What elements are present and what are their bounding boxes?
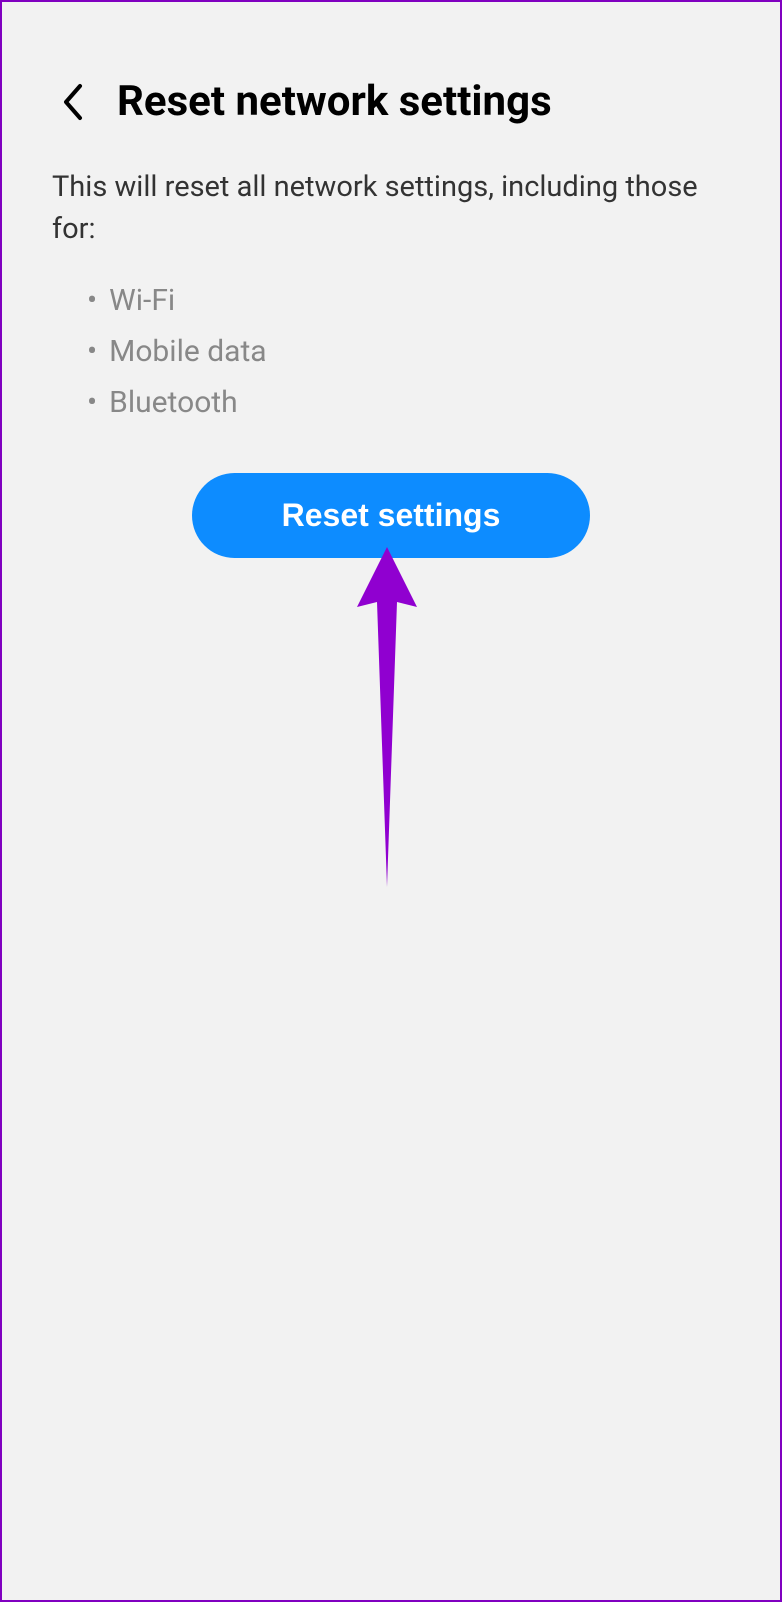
list-item: • Wi-Fi bbox=[87, 275, 730, 326]
annotation-arrow-icon bbox=[347, 547, 427, 887]
header: Reset network settings bbox=[2, 2, 780, 166]
bullet-icon: • bbox=[87, 377, 97, 428]
list-item: • Mobile data bbox=[87, 326, 730, 377]
back-icon[interactable] bbox=[52, 82, 92, 122]
chevron-left-icon bbox=[60, 82, 84, 122]
button-container: Reset settings bbox=[52, 473, 730, 558]
description-text: This will reset all network settings, in… bbox=[52, 166, 730, 250]
bullet-icon: • bbox=[87, 275, 97, 326]
list-item-label: Bluetooth bbox=[109, 377, 238, 428]
list-item: • Bluetooth bbox=[87, 377, 730, 428]
page-title: Reset network settings bbox=[117, 77, 552, 126]
list-item-label: Mobile data bbox=[109, 326, 266, 377]
bullet-icon: • bbox=[87, 326, 97, 377]
reset-settings-button[interactable]: Reset settings bbox=[192, 473, 591, 558]
reset-items-list: • Wi-Fi • Mobile data • Bluetooth bbox=[52, 275, 730, 428]
list-item-label: Wi-Fi bbox=[109, 275, 175, 326]
content-area: This will reset all network settings, in… bbox=[2, 166, 780, 558]
